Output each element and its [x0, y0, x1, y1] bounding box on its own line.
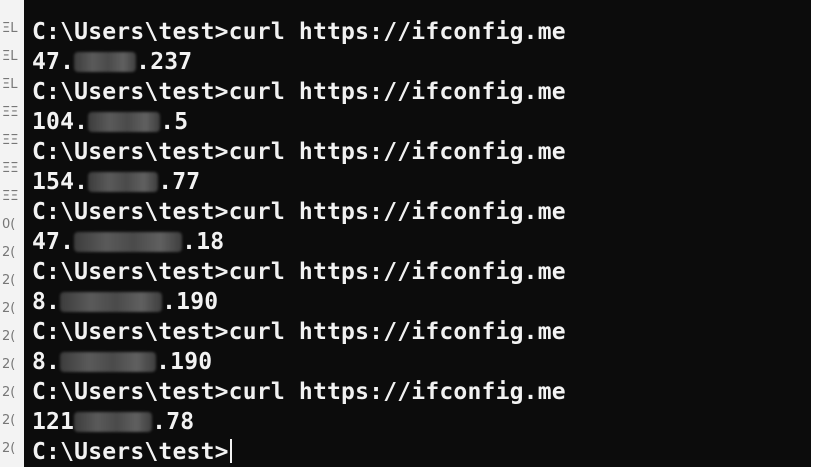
command-text: curl https://ifconfig.me	[228, 319, 566, 345]
command-text: curl https://ifconfig.me	[228, 259, 566, 285]
command-prompt: C:\Users\test>	[32, 319, 229, 345]
command-text: curl https://ifconfig.me	[228, 139, 566, 165]
background-text-fragment: 2(	[2, 301, 16, 316]
ip-prefix: 8.	[32, 349, 61, 375]
command-text: curl https://ifconfig.me	[228, 379, 566, 405]
ip-output-line: 154. .77	[32, 167, 566, 197]
ip-suffix: .190	[162, 289, 219, 315]
terminal-window[interactable]: C:\Users\test>curl https://ifconfig.me 47…	[24, 0, 811, 467]
ip-suffix: .5	[160, 109, 189, 135]
command-line: C:\Users\test>curl https://ifconfig.me	[32, 197, 566, 227]
ip-suffix: .78	[152, 409, 195, 435]
ip-output-line: 47. .18	[32, 227, 566, 257]
ip-output-line: 121.78	[32, 407, 566, 437]
background-text-fragment: 2(	[2, 245, 16, 260]
ip-prefix: 47.	[32, 49, 75, 75]
command-prompt: C:\Users\test>	[32, 199, 229, 225]
redacted-ip-segment	[74, 52, 137, 72]
desktop-screen: ΞL ΞL ΞL ΞΞ ΞΞ ΞΞ ΞΞ 0( 2( 2( 2( 2( 2( 2( 2( 2( C:\User…	[0, 0, 817, 467]
ip-prefix: 154.	[32, 169, 89, 195]
background-text-fragment: 2(	[2, 441, 16, 456]
redacted-ip-segment	[60, 292, 163, 312]
terminal-output[interactable]: C:\Users\test>curl https://ifconfig.me 47…	[32, 17, 566, 467]
background-text-fragment: ΞΞ	[2, 189, 19, 204]
background-text-fragment: 2(	[2, 329, 16, 344]
current-prompt: C:\Users\test>	[32, 439, 229, 465]
background-text-fragment: ΞL	[2, 77, 18, 92]
background-text-fragment: 2(	[2, 357, 16, 372]
ip-suffix: .18	[182, 229, 225, 255]
redacted-ip-segment	[74, 412, 153, 432]
command-line: C:\Users\test>curl https://ifconfig.me	[32, 17, 566, 47]
ip-output-line: 104. .5	[32, 107, 566, 137]
command-text: curl https://ifconfig.me	[228, 19, 566, 45]
redacted-ip-segment	[88, 112, 161, 132]
command-prompt: C:\Users\test>	[32, 379, 229, 405]
ip-output-line: 8. .190	[32, 287, 566, 317]
ip-output-line: 47. .237	[32, 47, 566, 77]
ip-prefix: 47.	[32, 229, 75, 255]
current-prompt-line[interactable]: C:\Users\test>	[32, 437, 566, 467]
redacted-ip-segment	[74, 232, 183, 252]
redacted-ip-segment	[60, 352, 157, 372]
background-text-fragment: ΞΞ	[2, 161, 19, 176]
background-text-fragment: 0(	[2, 217, 16, 232]
command-line: C:\Users\test>curl https://ifconfig.me	[32, 377, 566, 407]
command-line: C:\Users\test>curl https://ifconfig.me	[32, 257, 566, 287]
background-text-fragment: 2(	[2, 385, 16, 400]
background-text-fragment: ΞΞ	[2, 133, 19, 148]
background-text-fragment: 2(	[2, 273, 16, 288]
command-line: C:\Users\test>curl https://ifconfig.me	[32, 317, 566, 347]
background-text-fragment: ΞL	[2, 21, 18, 36]
ip-suffix: .190	[156, 349, 213, 375]
text-cursor	[229, 439, 232, 463]
command-prompt: C:\Users\test>	[32, 79, 229, 105]
command-text: curl https://ifconfig.me	[228, 79, 566, 105]
background-text-fragment: 2(	[2, 413, 16, 428]
command-line: C:\Users\test>curl https://ifconfig.me	[32, 137, 566, 167]
command-prompt: C:\Users\test>	[32, 139, 229, 165]
ip-suffix: .237	[136, 49, 193, 75]
background-window[interactable]: ΞL ΞL ΞL ΞΞ ΞΞ ΞΞ ΞΞ 0( 2( 2( 2( 2( 2( 2( 2( 2(	[0, 0, 25, 467]
command-text: curl https://ifconfig.me	[228, 199, 566, 225]
ip-prefix: 104.	[32, 109, 89, 135]
ip-output-line: 8. .190	[32, 347, 566, 377]
redacted-ip-segment	[88, 172, 159, 192]
background-text-fragment: ΞL	[2, 49, 18, 64]
ip-prefix: 8.	[32, 289, 61, 315]
ip-suffix: .77	[158, 169, 201, 195]
command-prompt: C:\Users\test>	[32, 259, 229, 285]
command-line: C:\Users\test>curl https://ifconfig.me	[32, 77, 566, 107]
command-prompt: C:\Users\test>	[32, 19, 229, 45]
ip-prefix: 121	[32, 409, 75, 435]
background-text-fragment: ΞΞ	[2, 105, 19, 120]
